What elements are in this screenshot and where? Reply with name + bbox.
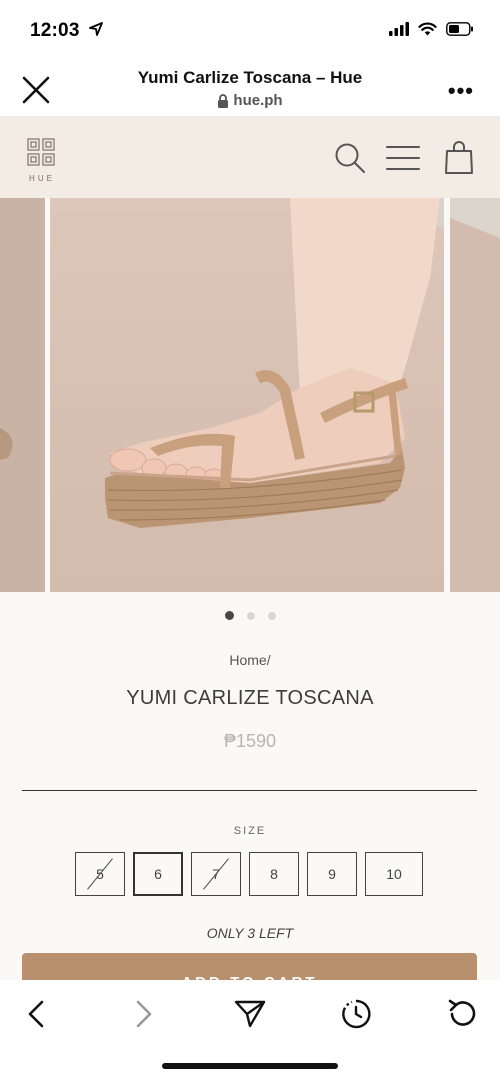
search-icon — [335, 143, 365, 173]
size-label-9: 9 — [328, 866, 336, 882]
site-navbar: HUE — [0, 116, 500, 198]
reload-icon — [448, 999, 476, 1026]
wifi-icon — [418, 22, 437, 41]
hamburger-menu-icon — [386, 146, 420, 170]
product-price: ₱1590 — [223, 731, 277, 751]
carousel-dot-2[interactable] — [246, 612, 255, 620]
size-label: SIZE — [233, 825, 267, 837]
status-icons — [389, 22, 474, 41]
logo-mark-icon — [27, 138, 55, 166]
size-option-5[interactable]: 5 — [75, 852, 125, 896]
url-text: hue.ph — [233, 92, 283, 109]
home-indicator[interactable] — [162, 1063, 338, 1069]
history-button[interactable] — [338, 996, 374, 1032]
close-button[interactable] — [20, 74, 52, 106]
size-label-6: 6 — [154, 866, 162, 882]
product-details: Home/ YUMI CARLIZE TOSCANA ₱1590 SIZE 5 … — [0, 594, 500, 993]
reload-button[interactable] — [444, 996, 480, 1032]
carousel-dot-3[interactable] — [267, 612, 276, 620]
browser-header: Yumi Carlize Toscana – Hue hue.ph ••• — [0, 62, 500, 116]
back-button[interactable] — [18, 996, 54, 1032]
size-option-8[interactable]: 8 — [249, 852, 299, 896]
hue-logo[interactable]: HUE — [26, 138, 56, 183]
size-option-6[interactable]: 6 — [133, 852, 183, 896]
share-button[interactable] — [232, 996, 268, 1032]
chevron-right-icon — [136, 1000, 152, 1028]
status-time: 12:03 — [30, 20, 103, 42]
logo-text: HUE — [29, 174, 55, 183]
sold-out-strike-icon — [87, 858, 113, 890]
page-title: Yumi Carlize Toscana – Hue — [137, 68, 363, 87]
lock-icon — [218, 93, 229, 108]
forward-button[interactable] — [126, 996, 162, 1032]
header-title-block: Yumi Carlize Toscana – Hue hue.ph — [80, 68, 420, 113]
previous-slide-image[interactable] — [0, 198, 45, 592]
shopping-bag-icon — [445, 141, 473, 174]
size-option-10[interactable]: 10 — [365, 852, 423, 896]
product-photo[interactable] — [50, 198, 444, 592]
clock-text: 12:03 — [30, 20, 80, 41]
carousel-dots[interactable] — [0, 611, 500, 620]
more-options-button[interactable]: ••• — [448, 80, 474, 102]
battery-icon — [446, 22, 474, 41]
carousel-dot-1[interactable] — [224, 611, 234, 620]
close-icon — [22, 76, 50, 104]
size-selector: 5 6 7 8 9 10 — [75, 852, 423, 896]
menu-button[interactable] — [386, 144, 420, 177]
cellular-signal-icon — [389, 22, 409, 41]
history-clock-icon — [342, 999, 371, 1029]
breadcrumb[interactable]: Home/ — [0, 652, 500, 668]
divider — [22, 790, 477, 791]
stock-note: ONLY 3 LEFT — [206, 925, 294, 941]
size-option-7[interactable]: 7 — [191, 852, 241, 896]
size-label-10: 10 — [386, 866, 402, 882]
status-bar: 12:03 — [0, 0, 500, 62]
location-arrow-icon — [89, 22, 103, 40]
browser-toolbar — [0, 980, 500, 1080]
sold-out-strike-icon — [203, 858, 229, 890]
chevron-left-icon — [28, 1000, 44, 1028]
product-image-carousel[interactable] — [0, 198, 500, 594]
product-title: YUMI CARLIZE TOSCANA — [126, 687, 374, 709]
url-display[interactable]: hue.ph — [217, 92, 283, 109]
cart-button[interactable] — [444, 140, 474, 179]
size-option-9[interactable]: 9 — [307, 852, 357, 896]
more-icon: ••• — [447, 78, 474, 103]
next-slide-image[interactable] — [450, 198, 500, 592]
send-icon — [234, 1000, 266, 1028]
size-label-8: 8 — [270, 866, 278, 882]
search-button[interactable] — [334, 142, 366, 179]
